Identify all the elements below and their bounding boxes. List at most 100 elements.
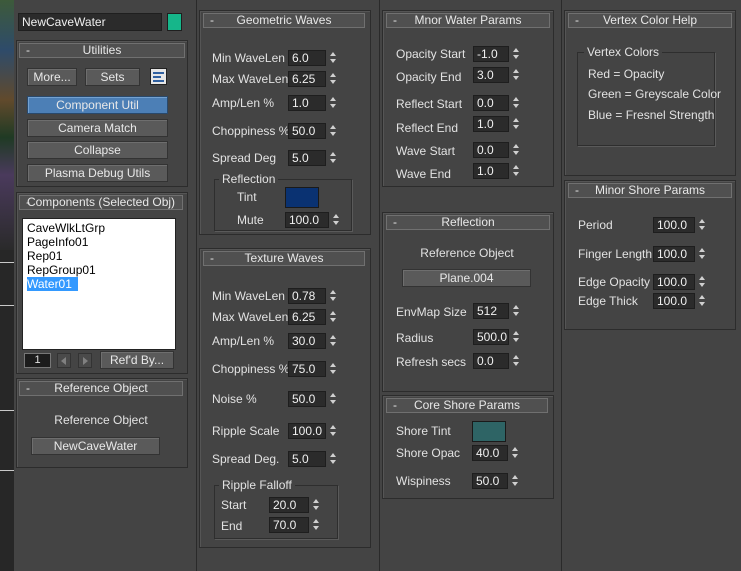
reflection-rollout-header[interactable]: - Reflection (386, 215, 550, 230)
wave-end-spinner[interactable]: 1.0 (473, 163, 521, 179)
collapse-button[interactable]: Collapse (27, 141, 168, 159)
shore-opac-spinner[interactable]: 40.0 (472, 445, 520, 461)
reflect-end-field[interactable]: 1.0 (473, 116, 509, 132)
amp-len-field[interactable]: 1.0 (288, 95, 326, 111)
list-item[interactable]: CaveWlkLtGrp (27, 221, 105, 235)
shore-tint-swatch[interactable] (472, 421, 506, 442)
list-item-selected[interactable]: Water01 (27, 277, 78, 291)
utilities-rollout-header[interactable]: - Utilities (19, 43, 185, 58)
max-wavelen-spinner[interactable]: 6.25 (288, 71, 338, 87)
spinner-arrows-icon[interactable] (698, 274, 707, 290)
reflect-end-spinner[interactable]: 1.0 (473, 116, 521, 132)
tex-max-wavelen-field[interactable]: 6.25 (288, 309, 326, 325)
spinner-arrows-icon[interactable] (329, 391, 338, 407)
spinner-arrows-icon[interactable] (329, 423, 338, 439)
reference-object-picker[interactable]: NewCaveWater (31, 437, 160, 455)
edge-thick-spinner[interactable]: 100.0 (653, 293, 707, 309)
spinner-arrows-icon[interactable] (512, 353, 521, 369)
spinner-arrows-icon[interactable] (511, 445, 520, 461)
spinner-arrows-icon[interactable] (329, 309, 338, 325)
amp-len-spinner[interactable]: 1.0 (288, 95, 338, 111)
list-item[interactable]: Rep01 (27, 249, 62, 263)
spinner-arrows-icon[interactable] (512, 303, 521, 319)
object-name-field[interactable]: NewCaveWater (18, 13, 162, 31)
min-wavelen-spinner[interactable]: 6.0 (288, 50, 338, 66)
more-button[interactable]: More... (27, 68, 77, 86)
opacity-end-spinner[interactable]: 3.0 (473, 67, 521, 83)
spinner-arrows-icon[interactable] (312, 497, 321, 513)
spinner-arrows-icon[interactable] (329, 150, 338, 166)
spinner-arrows-icon[interactable] (329, 288, 338, 304)
camera-match-button[interactable]: Camera Match (27, 119, 168, 137)
shore-opac-field[interactable]: 40.0 (472, 445, 508, 461)
mute-field[interactable]: 100.0 (285, 212, 329, 228)
min-wavelen-field[interactable]: 6.0 (288, 50, 326, 66)
page-number-field[interactable]: 1 (24, 353, 51, 368)
minor-water-rollout-header[interactable]: - Mnor Water Params (386, 13, 550, 28)
noise-spinner[interactable]: 50.0 (288, 391, 338, 407)
list-item[interactable]: RepGroup01 (27, 263, 96, 277)
spinner-arrows-icon[interactable] (329, 71, 338, 87)
reflect-start-field[interactable]: 0.0 (473, 95, 509, 111)
spinner-arrows-icon[interactable] (329, 333, 338, 349)
envmap-size-field[interactable]: 512 (473, 303, 509, 319)
opacity-start-spinner[interactable]: -1.0 (473, 46, 521, 62)
minor-shore-rollout-header[interactable]: - Minor Shore Params (568, 183, 732, 198)
edge-opacity-spinner[interactable]: 100.0 (653, 274, 707, 290)
spinner-arrows-icon[interactable] (698, 217, 707, 233)
finger-length-spinner[interactable]: 100.0 (653, 246, 707, 262)
start-field[interactable]: 20.0 (269, 497, 309, 513)
spinner-arrows-icon[interactable] (698, 246, 707, 262)
object-color-swatch[interactable] (167, 13, 182, 31)
tex-spread-deg-spinner[interactable]: 5.0 (288, 451, 338, 467)
period-spinner[interactable]: 100.0 (653, 217, 707, 233)
tex-min-wavelen-field[interactable]: 0.78 (288, 288, 326, 304)
envmap-size-spinner[interactable]: 512 (473, 303, 521, 319)
end-spinner[interactable]: 70.0 (269, 517, 321, 533)
spinner-arrows-icon[interactable] (329, 361, 338, 377)
tex-min-wavelen-spinner[interactable]: 0.78 (288, 288, 338, 304)
period-field[interactable]: 100.0 (653, 217, 695, 233)
wave-start-spinner[interactable]: 0.0 (473, 142, 521, 158)
spinner-arrows-icon[interactable] (329, 95, 338, 111)
opacity-start-field[interactable]: -1.0 (473, 46, 509, 62)
radius-field[interactable]: 500.0 (473, 329, 509, 345)
edge-opacity-field[interactable]: 100.0 (653, 274, 695, 290)
spinner-arrows-icon[interactable] (512, 46, 521, 62)
next-page-button[interactable] (78, 353, 92, 368)
spinner-arrows-icon[interactable] (511, 473, 520, 489)
spread-deg-spinner[interactable]: 5.0 (288, 150, 338, 166)
spinner-arrows-icon[interactable] (512, 67, 521, 83)
component-util-button[interactable]: Component Util (27, 96, 168, 114)
reflection-reference-picker[interactable]: Plane.004 (402, 269, 531, 287)
spinner-arrows-icon[interactable] (312, 517, 321, 533)
spinner-arrows-icon[interactable] (512, 95, 521, 111)
spread-deg-field[interactable]: 5.0 (288, 150, 326, 166)
sets-button[interactable]: Sets (85, 68, 140, 86)
spinner-arrows-icon[interactable] (698, 293, 707, 309)
noise-field[interactable]: 50.0 (288, 391, 326, 407)
components-list[interactable]: CaveWlkLtGrp PageInfo01 Rep01 RepGroup01… (22, 218, 176, 350)
refresh-secs-spinner[interactable]: 0.0 (473, 353, 521, 369)
configure-icon[interactable] (150, 68, 167, 85)
choppiness-spinner[interactable]: 50.0 (288, 123, 338, 139)
reflect-start-spinner[interactable]: 0.0 (473, 95, 521, 111)
spinner-arrows-icon[interactable] (329, 50, 338, 66)
tex-amp-len-spinner[interactable]: 30.0 (288, 333, 338, 349)
radius-spinner[interactable]: 500.0 (473, 329, 521, 345)
spinner-arrows-icon[interactable] (512, 329, 521, 345)
wave-end-field[interactable]: 1.0 (473, 163, 509, 179)
plasma-debug-utils-button[interactable]: Plasma Debug Utils (27, 164, 168, 182)
edge-thick-field[interactable]: 100.0 (653, 293, 695, 309)
finger-length-field[interactable]: 100.0 (653, 246, 695, 262)
tex-choppiness-spinner[interactable]: 75.0 (288, 361, 338, 377)
list-item[interactable]: PageInfo01 (27, 235, 88, 249)
spinner-arrows-icon[interactable] (512, 116, 521, 132)
tex-max-wavelen-spinner[interactable]: 6.25 (288, 309, 338, 325)
wispiness-field[interactable]: 50.0 (472, 473, 508, 489)
tex-amp-len-field[interactable]: 30.0 (288, 333, 326, 349)
max-wavelen-field[interactable]: 6.25 (288, 71, 326, 87)
refresh-secs-field[interactable]: 0.0 (473, 353, 509, 369)
geometric-waves-rollout-header[interactable]: - Geometric Waves (203, 13, 365, 28)
spinner-arrows-icon[interactable] (329, 123, 338, 139)
